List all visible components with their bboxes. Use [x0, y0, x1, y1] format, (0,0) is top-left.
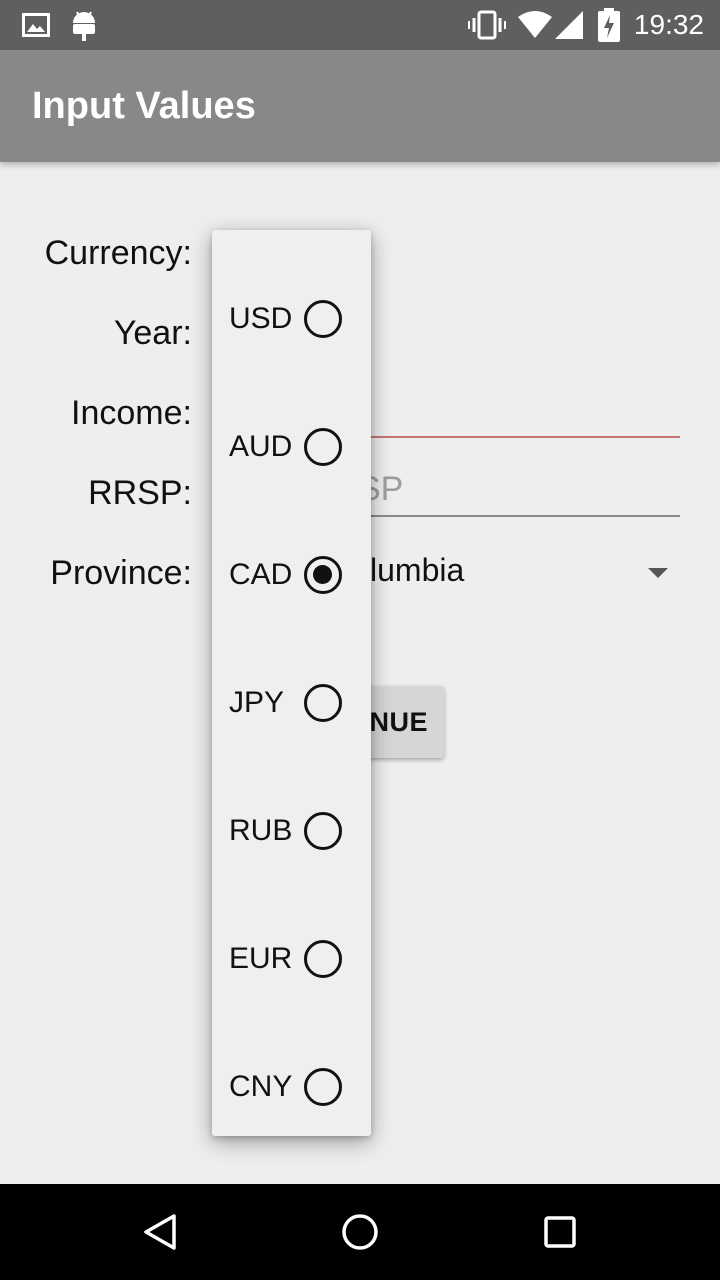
- radio-button[interactable]: [304, 1068, 342, 1106]
- radio-button-selected[interactable]: [304, 556, 342, 594]
- currency-option-label: RUB: [229, 814, 293, 847]
- continue-label: NUE: [369, 706, 428, 737]
- year-label: Year:: [113, 314, 192, 352]
- province-label: Province:: [50, 554, 192, 592]
- currency-option-usd[interactable]: USD: [212, 279, 371, 359]
- income-label: Income:: [71, 394, 192, 432]
- radio-button[interactable]: [304, 428, 342, 466]
- province-selected-value: lumbia: [370, 552, 465, 588]
- radio-button[interactable]: [304, 684, 342, 722]
- radio-button[interactable]: [304, 300, 342, 338]
- wifi-icon: [518, 0, 552, 50]
- chevron-down-icon[interactable]: [648, 568, 668, 578]
- currency-label: Currency:: [44, 234, 192, 272]
- currency-option-label: CAD: [229, 558, 293, 591]
- currency-option-cad[interactable]: CAD: [212, 535, 371, 615]
- radio-button[interactable]: [304, 812, 342, 850]
- currency-option-label: JPY: [229, 686, 285, 719]
- currency-popup: USD AUD CAD JPY RUB EUR CNY: [212, 230, 371, 1136]
- image-icon: [22, 0, 50, 50]
- currency-option-jpy[interactable]: JPY: [212, 663, 371, 743]
- status-bar: 19:32: [0, 0, 720, 50]
- page-title: Input Values: [32, 85, 256, 127]
- recents-icon[interactable]: [520, 1184, 600, 1280]
- rrsp-label: RRSP:: [88, 474, 192, 512]
- radio-dot: [313, 565, 332, 584]
- app-bar: Input Values: [0, 50, 720, 162]
- radio-button[interactable]: [304, 940, 342, 978]
- navigation-bar: [0, 1184, 720, 1280]
- currency-option-label: EUR: [229, 942, 293, 975]
- home-icon[interactable]: [320, 1184, 400, 1280]
- currency-option-eur[interactable]: EUR: [212, 919, 371, 999]
- currency-option-label: CNY: [229, 1070, 293, 1103]
- vibrate-icon: [468, 0, 506, 50]
- currency-option-label: AUD: [229, 430, 293, 463]
- currency-option-cny[interactable]: CNY: [212, 1047, 371, 1127]
- currency-option-rub[interactable]: RUB: [212, 791, 371, 871]
- battery-charging-icon: [598, 0, 620, 50]
- android-icon: [70, 0, 98, 50]
- status-time: 19:32: [633, 9, 704, 40]
- currency-option-aud[interactable]: AUD: [212, 407, 371, 487]
- currency-option-label: USD: [229, 302, 293, 335]
- signal-icon: [554, 0, 584, 50]
- back-icon[interactable]: [120, 1184, 200, 1280]
